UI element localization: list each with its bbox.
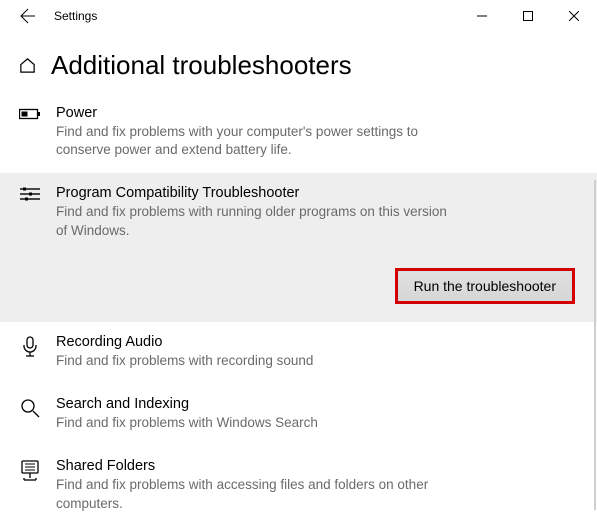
microphone-icon	[18, 334, 42, 370]
maximize-icon	[523, 11, 533, 21]
item-title: Shared Folders	[56, 458, 579, 474]
scrollbar[interactable]	[594, 180, 596, 510]
item-title: Power	[56, 105, 579, 121]
item-desc: Find and fix problems with accessing fil…	[56, 476, 456, 512]
minimize-button[interactable]	[459, 0, 505, 32]
power-icon	[18, 105, 42, 159]
minimize-icon	[477, 11, 487, 21]
close-icon	[569, 11, 579, 21]
troubleshooter-item-recording-audio[interactable]: Recording Audio Find and fix problems wi…	[0, 322, 597, 384]
item-desc: Find and fix problems with running older…	[56, 203, 456, 239]
item-desc: Find and fix problems with Windows Searc…	[56, 414, 456, 432]
item-desc: Find and fix problems with your computer…	[56, 123, 456, 159]
item-title: Program Compatibility Troubleshooter	[56, 185, 579, 201]
troubleshooter-item-power[interactable]: Power Find and fix problems with your co…	[0, 93, 597, 173]
troubleshooter-item-program-compatibility[interactable]: Program Compatibility Troubleshooter Fin…	[0, 173, 597, 321]
arrow-left-icon	[20, 8, 36, 24]
close-button[interactable]	[551, 0, 597, 32]
window-title: Settings	[54, 9, 97, 23]
back-button[interactable]	[8, 0, 48, 32]
shared-folders-icon	[18, 458, 42, 512]
troubleshooter-item-search-indexing[interactable]: Search and Indexing Find and fix problem…	[0, 384, 597, 446]
item-desc: Find and fix problems with recording sou…	[56, 352, 456, 370]
item-title: Recording Audio	[56, 334, 579, 350]
troubleshooter-item-shared-folders[interactable]: Shared Folders Find and fix problems wit…	[0, 446, 597, 526]
maximize-button[interactable]	[505, 0, 551, 32]
window-controls	[459, 0, 597, 32]
home-button[interactable]	[18, 56, 37, 75]
page-header: Additional troubleshooters	[0, 32, 597, 93]
compatibility-icon	[18, 185, 42, 303]
search-icon	[18, 396, 42, 432]
titlebar: Settings	[0, 0, 597, 32]
home-icon	[18, 56, 37, 75]
run-troubleshooter-button[interactable]: Run the troubleshooter	[395, 268, 575, 304]
item-title: Search and Indexing	[56, 396, 579, 412]
troubleshooter-list: Power Find and fix problems with your co…	[0, 93, 597, 527]
page-title: Additional troubleshooters	[51, 50, 352, 81]
